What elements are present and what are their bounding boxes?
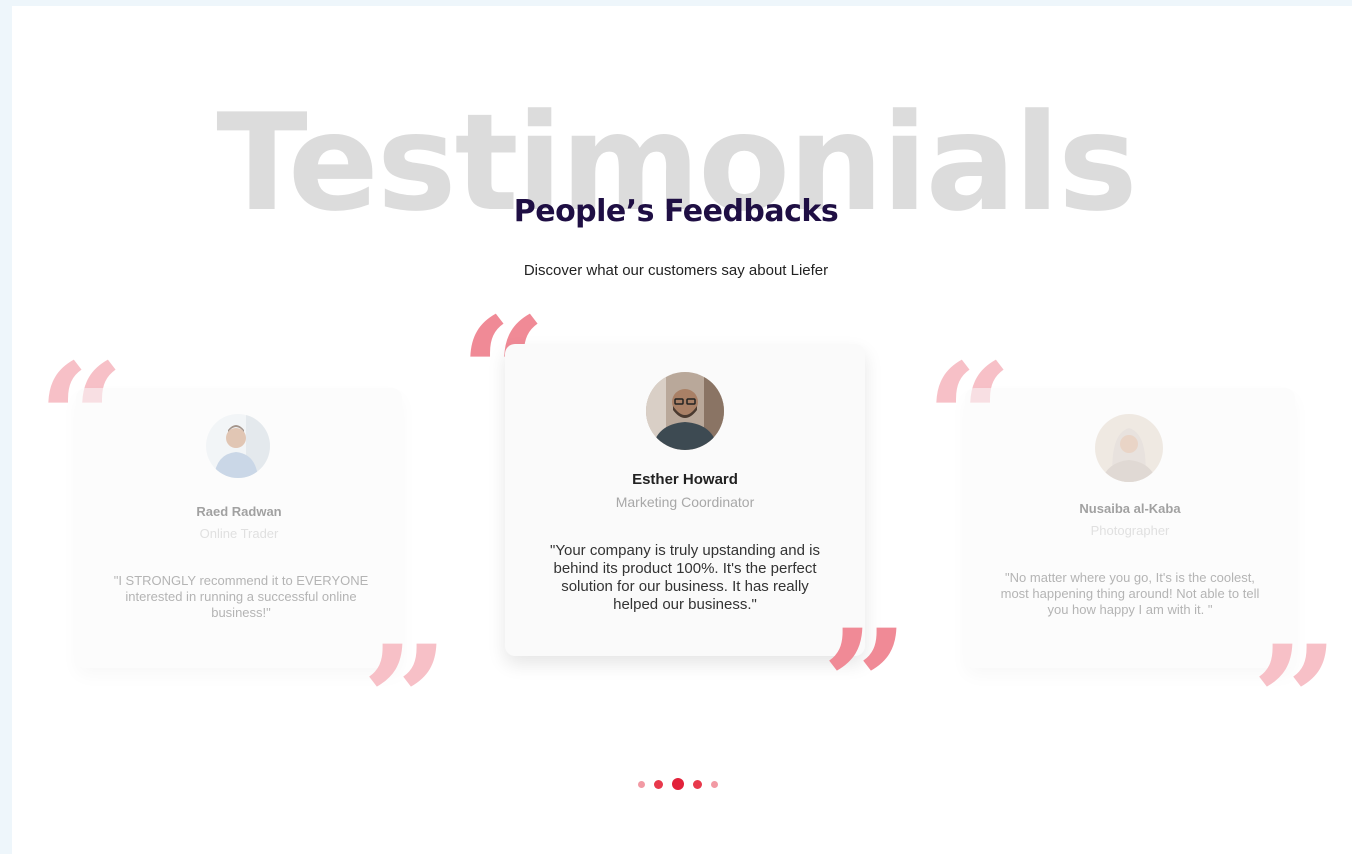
carousel-dot-3-active[interactable]	[672, 778, 684, 790]
person-avatar-icon	[206, 414, 270, 478]
carousel-dot-5[interactable]	[711, 780, 718, 788]
carousel-pagination	[638, 776, 718, 792]
testimonials-section: Testimonials People’s Feedbacks Discover…	[12, 6, 1352, 854]
testimonial-card-left[interactable]: Raed Radwan Online Trader "I STRONGLY re…	[76, 388, 402, 668]
testimonial-card-right[interactable]: Nusaiba al-Kaba Photographer "No matter …	[965, 388, 1295, 668]
section-title: People’s Feedbacks	[513, 194, 839, 229]
section-subtitle: Discover what our customers say about Li…	[523, 262, 829, 279]
testimonial-card-active[interactable]: Esther Howard Marketing Coordinator "You…	[505, 344, 865, 656]
carousel-dot-1[interactable]	[638, 780, 645, 788]
testimonial-name: Raed Radwan	[196, 504, 282, 519]
avatar	[646, 372, 724, 450]
testimonial-role: Marketing Coordinator	[615, 494, 755, 510]
testimonial-text: "Your company is truly upstanding and is…	[550, 542, 820, 613]
testimonial-name: Nusaiba al-Kaba	[1079, 501, 1181, 516]
carousel-dot-2[interactable]	[654, 779, 663, 789]
avatar	[206, 414, 270, 478]
testimonial-role: Photographer	[1090, 523, 1170, 538]
person-avatar-icon	[1095, 414, 1163, 482]
person-avatar-icon	[646, 372, 724, 450]
testimonial-role: Online Trader	[199, 526, 279, 541]
testimonial-text: "I STRONGLY recommend it to EVERYONE int…	[113, 573, 369, 620]
testimonial-name: Esther Howard	[632, 471, 738, 488]
avatar	[1095, 414, 1163, 482]
testimonial-text: "No matter where you go, It's is the coo…	[1000, 570, 1260, 617]
carousel-dot-4[interactable]	[693, 779, 702, 789]
